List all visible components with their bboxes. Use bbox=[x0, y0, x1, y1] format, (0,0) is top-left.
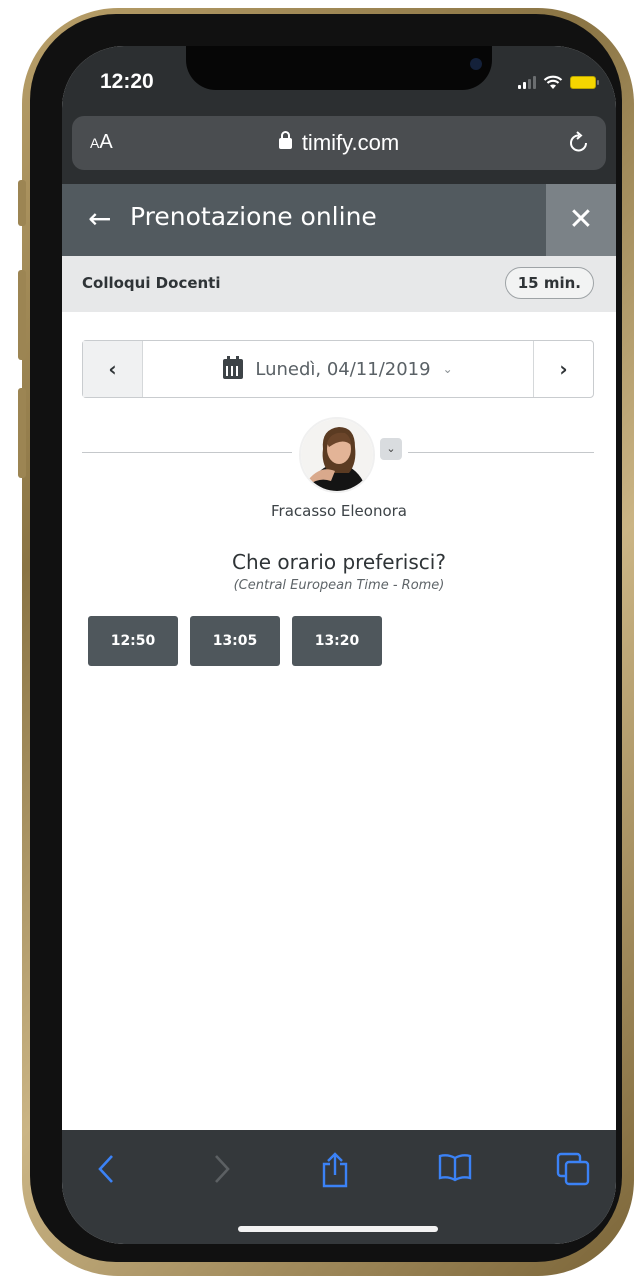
time-question: Che orario preferisci? bbox=[232, 550, 446, 574]
time-slot-button[interactable]: 12:50 bbox=[88, 616, 178, 666]
next-day-button[interactable]: › bbox=[533, 341, 593, 397]
tabs-icon[interactable] bbox=[556, 1152, 590, 1186]
phone-screen: 12:20 AA timify.com ← Prenotazione onlin… bbox=[62, 46, 616, 1244]
back-arrow-icon[interactable]: ← bbox=[88, 202, 111, 235]
address-bar[interactable]: AA timify.com bbox=[72, 116, 606, 170]
home-indicator bbox=[238, 1226, 438, 1232]
url-text: timify.com bbox=[301, 130, 400, 155]
selected-date: Lunedì, 04/11/2019 bbox=[255, 358, 431, 380]
time-slot-button[interactable]: 13:20 bbox=[292, 616, 382, 666]
chevron-down-icon: ⌄ bbox=[442, 362, 453, 376]
volume-down-button bbox=[18, 388, 26, 478]
lock-icon bbox=[278, 131, 292, 149]
divider-left bbox=[82, 452, 292, 453]
status-icons bbox=[518, 73, 599, 91]
service-row: Colloqui Docenti 15 min. bbox=[62, 256, 616, 312]
date-picker[interactable]: Lunedì, 04/11/2019 ⌄ bbox=[143, 341, 533, 397]
previous-day-button[interactable]: ‹ bbox=[83, 341, 143, 397]
duration-badge: 15 min. bbox=[504, 267, 594, 299]
date-navigator: ‹ Lunedì, 04/11/2019 ⌄ › bbox=[82, 340, 594, 398]
time-slots: 12:50 13:05 13:20 bbox=[88, 616, 382, 666]
mute-switch bbox=[18, 180, 26, 226]
timezone-label: (Central European Time - Rome) bbox=[233, 578, 445, 593]
chevron-left-icon[interactable] bbox=[96, 1152, 116, 1186]
chevron-right-icon[interactable] bbox=[212, 1152, 232, 1186]
wifi-icon bbox=[543, 75, 563, 89]
time-slot-button[interactable]: 13:05 bbox=[190, 616, 280, 666]
volume-up-button bbox=[18, 270, 26, 360]
close-button[interactable]: ✕ bbox=[546, 184, 616, 256]
resource-dropdown-button[interactable]: ⌄ bbox=[380, 438, 402, 460]
status-time: 12:20 bbox=[100, 70, 154, 93]
reload-icon[interactable] bbox=[568, 128, 590, 154]
signal-icon bbox=[518, 75, 536, 89]
resource-avatar[interactable] bbox=[299, 417, 375, 493]
app-header: ← Prenotazione online ✕ bbox=[62, 184, 616, 256]
calendar-icon bbox=[223, 356, 244, 379]
battery-icon bbox=[570, 75, 599, 89]
camera bbox=[470, 58, 482, 70]
url-display[interactable]: timify.com bbox=[72, 130, 606, 156]
notch bbox=[186, 46, 492, 90]
book-icon[interactable] bbox=[438, 1152, 472, 1182]
page-title: Prenotazione online bbox=[130, 202, 377, 231]
divider-right bbox=[408, 452, 594, 453]
share-icon[interactable] bbox=[320, 1152, 350, 1188]
service-name: Colloqui Docenti bbox=[82, 274, 221, 292]
resource-name: Fracasso Eleonora bbox=[270, 502, 407, 520]
